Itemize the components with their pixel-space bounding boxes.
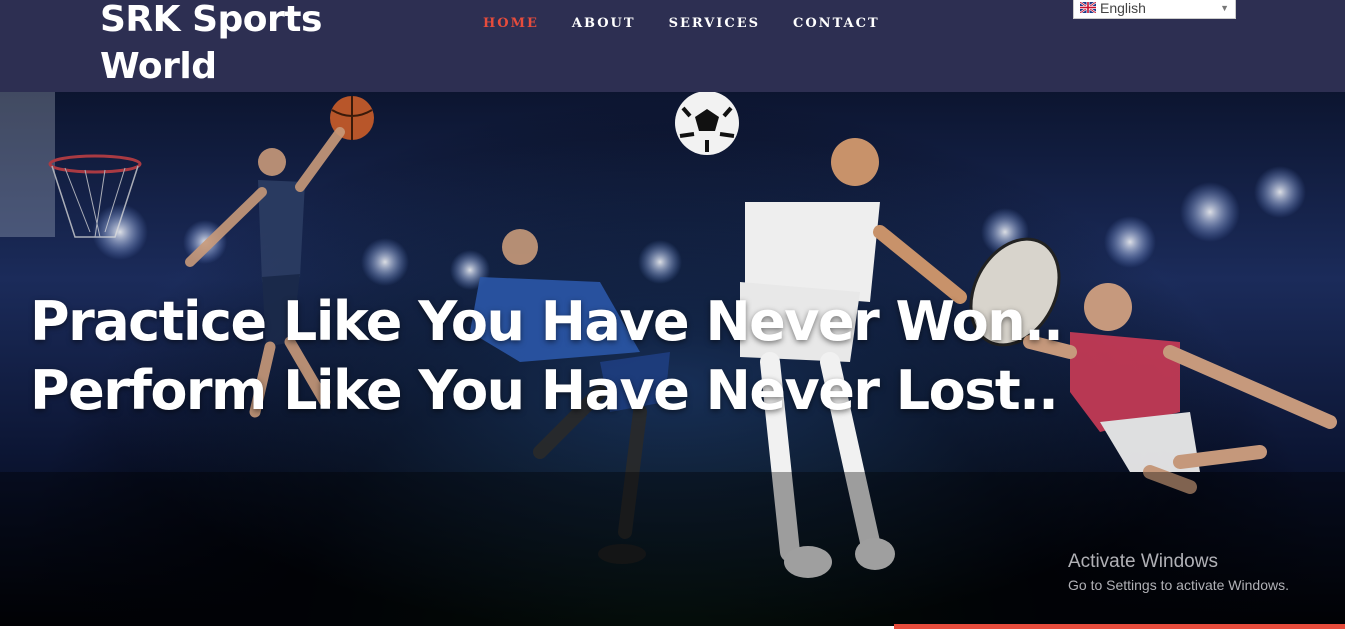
site-header: SRK Sports World HOME ABOUT SERVICES CON… [0,0,1345,92]
nav-services[interactable]: SERVICES [669,16,760,31]
hero-banner: Practice Like You Have Never Won.. Perfo… [0,92,1345,626]
rugby-player [1023,283,1337,494]
language-select[interactable]: English ▼ [1073,0,1236,19]
language-label: English [1100,0,1146,16]
main-nav: HOME ABOUT SERVICES CONTACT [483,16,913,31]
uk-flag-icon [1080,2,1096,13]
hero-heading-line-2: Perform Like You Have Never Lost.. [30,359,1059,422]
soccer-ball [675,92,739,155]
site-brand[interactable]: SRK Sports World [100,0,360,90]
nav-about[interactable]: ABOUT [572,16,636,31]
windows-activation-watermark: Activate Windows Go to Settings to activ… [1068,551,1289,596]
accent-bar [894,624,1345,629]
watermark-subtitle: Go to Settings to activate Windows. [1068,577,1289,593]
hero-heading-line-1: Practice Like You Have Never Won.. [30,290,1064,353]
watermark-title: Activate Windows [1068,551,1218,572]
chevron-down-icon: ▼ [1220,2,1229,13]
nav-home[interactable]: HOME [483,16,539,31]
nav-contact[interactable]: CONTACT [793,16,880,31]
